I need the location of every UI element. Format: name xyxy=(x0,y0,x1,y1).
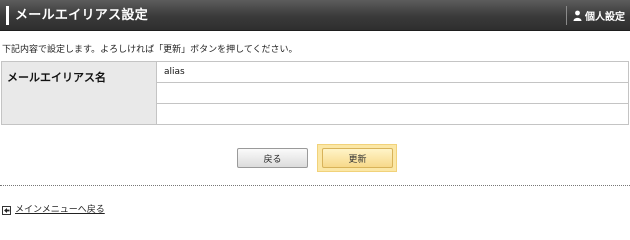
back-button[interactable]: 戻る xyxy=(237,148,308,168)
alias-form-table: メールエイリアス名 alias xyxy=(1,61,629,125)
page-title: メールエイリアス設定 xyxy=(15,8,149,23)
dotted-divider xyxy=(0,185,630,186)
main-menu-link-label: メインメニューへ戻る xyxy=(15,205,105,215)
update-button-highlight: 更新 xyxy=(317,144,397,172)
alias-value-2 xyxy=(156,82,629,104)
alias-value-3 xyxy=(156,103,629,125)
arrow-left-icon xyxy=(2,206,11,215)
main-menu-link[interactable]: メインメニューへ戻る xyxy=(2,205,105,216)
alias-name-label: メールエイリアス名 xyxy=(1,61,157,125)
header-divider xyxy=(566,6,567,25)
page-header: メールエイリアス設定 個人設定 xyxy=(0,0,630,31)
person-icon xyxy=(573,10,582,21)
update-button[interactable]: 更新 xyxy=(322,148,393,168)
alias-value-1: alias xyxy=(156,61,629,83)
personal-settings-link[interactable]: 個人設定 xyxy=(573,8,625,23)
instruction-text: 下記内容で設定します。よろしければ「更新」ボタンを押してください。 xyxy=(2,45,298,55)
form-row: メールエイリアス名 alias xyxy=(1,61,629,125)
personal-settings-label: 個人設定 xyxy=(585,12,625,23)
header-accent-bar xyxy=(6,6,9,25)
